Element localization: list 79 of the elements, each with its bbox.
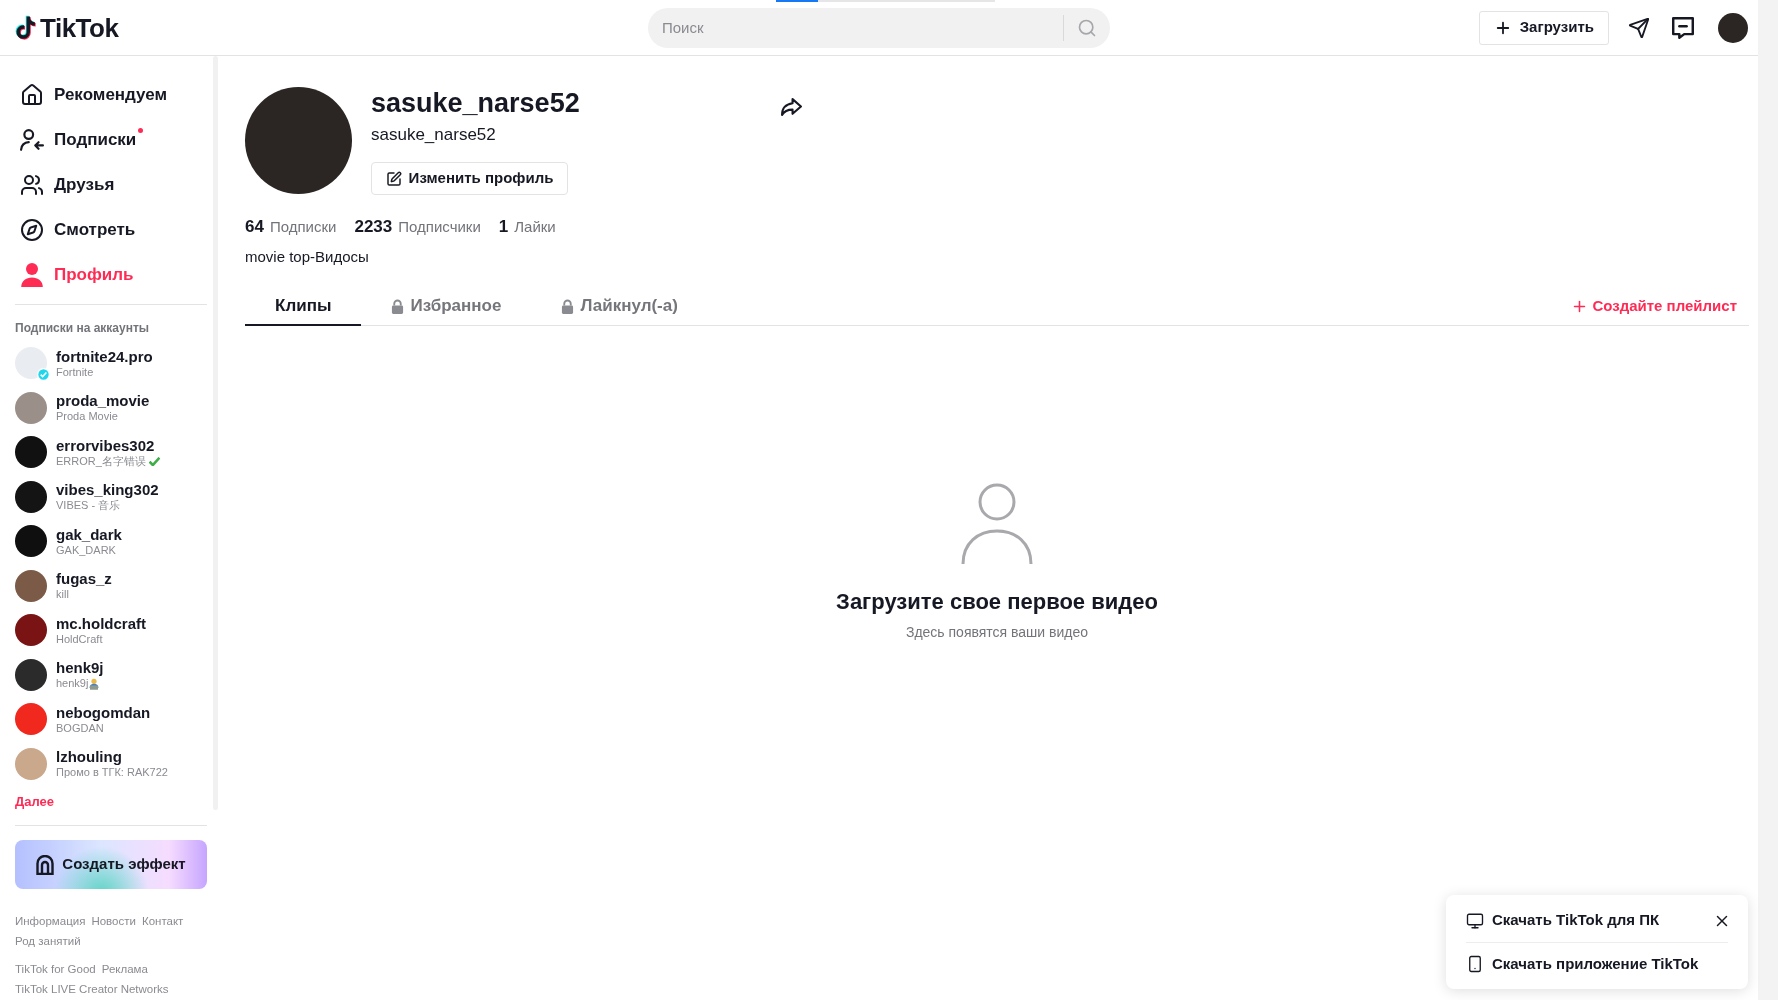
account-nickname: Промо в ТГК: RAK722 [56,766,168,780]
download-link[interactable]: Скачать приложение TikTok [1466,952,1699,976]
person-arrow-icon [20,127,44,152]
footer-link[interactable]: TikTok for Good [15,959,96,979]
stat-count: 2233 [354,217,393,237]
stat-unit: Подписки [269,217,337,237]
stat-unit: Лайки [514,217,556,237]
account-name[interactable]: fugas_z [56,570,112,589]
tab[interactable]: Избранное [361,288,532,326]
section-title: Подписки на аккаунты [15,320,151,336]
account-name[interactable]: lzhouling [56,748,168,767]
upload-button[interactable]: Загрузить [1478,10,1609,45]
nav-item[interactable]: Друзья [15,162,207,207]
person-icon [20,262,44,287]
arch-icon [36,854,55,875]
account-name[interactable]: vibes_king302 [56,481,159,500]
account-name[interactable]: fortnite24.pro [56,347,153,366]
nav-item[interactable]: Профиль [15,252,207,297]
avatar-photo[interactable] [15,569,47,602]
tab[interactable]: Лайкнул(-а) [531,288,708,326]
empty-title: Загрузите свое первое видео [836,589,1158,615]
create-playlist-link[interactable]: Создайте плейлист [1571,287,1749,325]
account-nickname: BOGDAN [56,721,104,735]
nav-item[interactable]: Подписки [15,117,207,162]
avatar-photo[interactable] [15,525,47,558]
avatar-photo[interactable] [15,614,47,647]
account-nickname: ERROR_名字错误 [56,454,146,468]
account-name[interactable]: mc.holdcraft [56,614,146,633]
footer-link[interactable]: Новости [91,911,136,931]
footer-link[interactable]: TikTok LIVE Creator Networks [15,979,169,999]
username: sasuke_narse52 [371,87,580,119]
share-icon[interactable] [781,98,802,116]
stat-unit: Подписчики [398,217,481,237]
compass-icon [20,217,44,242]
account-name[interactable]: henk9j [56,659,104,678]
phone-icon [1466,955,1484,973]
avatar-photo[interactable] [15,658,47,691]
people-icon [20,172,44,197]
user-handle: sasuke_narse52 [371,124,496,146]
account-name[interactable]: proda_movie [56,392,150,411]
account-nickname: Fortnite [56,365,94,379]
stat-count: 64 [245,217,264,237]
create-effect-button[interactable]: Создать эффект [15,840,207,889]
tab[interactable]: Клипы [245,288,362,326]
nav-item[interactable]: Рекомендуем [15,72,207,117]
avatar-photo[interactable] [15,436,47,469]
account-nickname: Proda Movie [56,410,118,424]
message-icon[interactable] [1672,16,1694,39]
more-link[interactable]: Далее [15,794,55,810]
avatar-photo[interactable] [1718,12,1748,43]
account-nickname: VIBES - 音乐 [56,499,121,513]
person-laptop-icon [88,677,101,690]
monitor-icon [1466,911,1484,930]
edit-profile-button[interactable]: Изменить профиль [371,162,568,195]
footer-link[interactable]: Род занятий [15,931,81,951]
footer-link[interactable]: Контакт [141,911,184,931]
logo-text[interactable]: TikTok [40,12,119,43]
nav-item[interactable]: Смотреть [15,207,207,252]
footer-link[interactable]: Реклама [101,959,148,979]
account-nickname: kill [56,588,69,602]
edit-icon [385,170,402,187]
person-outline-icon [961,483,1033,565]
account-nickname: GAK_DARK [56,543,116,557]
stat-count: 1 [498,217,509,237]
account-name[interactable]: errorvibes302 [56,436,160,455]
paper-plane-icon[interactable] [1628,16,1650,39]
account-nickname: henk9j [56,677,89,691]
account-nickname: HoldCraft [56,632,103,646]
account-name[interactable]: gak_dark [56,525,122,544]
search-field[interactable]: Поиск [648,7,1110,48]
account-name[interactable]: nebogomdan [56,703,151,722]
home-icon [20,82,44,107]
empty-subtitle: Здесь появятся ваши видео [905,623,1089,641]
check-icon [148,456,160,466]
download-link[interactable]: Скачать TikTok для ПК [1466,909,1660,932]
avatar-photo[interactable] [15,480,47,513]
footer-link[interactable]: Информация [15,911,86,931]
music-note-icon[interactable] [15,14,37,41]
profile-bio: movie top-Видосы [245,247,369,267]
